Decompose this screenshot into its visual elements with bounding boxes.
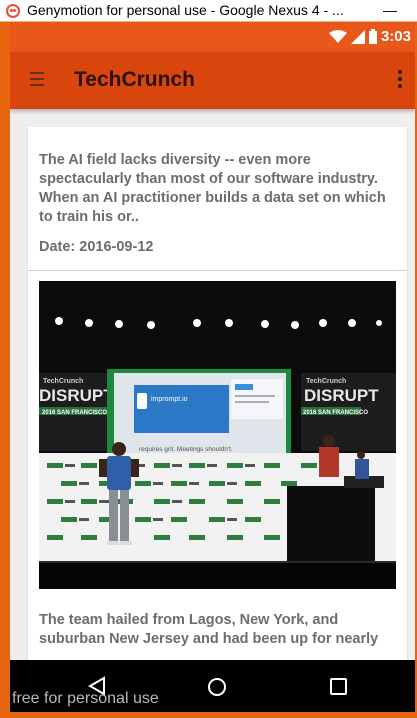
brand-left: TechCrunch — [43, 378, 83, 385]
app-bar: TechCrunch — [10, 52, 415, 109]
screen-tagline: requires grit. Meetings shouldn't. — [139, 446, 233, 453]
article-summary: The AI field lacks diversity -- even mor… — [39, 152, 386, 225]
status-bar: 3:03 — [10, 22, 415, 52]
article-body: The team hailed from Lagos, New York, an… — [39, 612, 379, 647]
article-date: Date: 2016-09-12 — [39, 239, 154, 255]
event-right: DISRUPT — [304, 386, 379, 405]
screen-brand: imprompt.io — [151, 396, 188, 403]
city-right: 2016 SAN FRANCISCO — [303, 410, 368, 416]
watermark: free for personal use — [12, 690, 159, 707]
app-title: TechCrunch — [74, 68, 195, 91]
window-minimize-button[interactable]: — — [383, 2, 397, 18]
city-left: 2016 SAN FRANCISCO — [42, 410, 107, 416]
recents-icon[interactable] — [330, 678, 347, 695]
status-time: 3:03 — [380, 28, 411, 45]
divider — [28, 270, 407, 271]
genymotion-logo-icon — [6, 4, 20, 18]
article-card[interactable]: The AI field lacks diversity -- even mor… — [28, 127, 407, 660]
event-left: DISRUPT — [39, 386, 114, 405]
device-screen: 3:03 TechCrunch The AI field lacks diver… — [10, 22, 415, 660]
signal-icon — [350, 29, 365, 44]
window-title: Genymotion for personal use - Google Nex… — [27, 2, 344, 18]
brand-right: TechCrunch — [306, 378, 346, 385]
wifi-icon — [328, 29, 347, 43]
article-image: TechCrunch DISRUPT 2016 SAN FRANCISCO Te… — [39, 281, 396, 589]
battery-icon — [368, 29, 377, 44]
home-icon[interactable] — [208, 678, 226, 696]
hamburger-menu-icon[interactable] — [30, 72, 44, 88]
window-title-bar: Genymotion for personal use - Google Nex… — [0, 0, 417, 22]
more-vert-icon[interactable] — [397, 70, 403, 90]
